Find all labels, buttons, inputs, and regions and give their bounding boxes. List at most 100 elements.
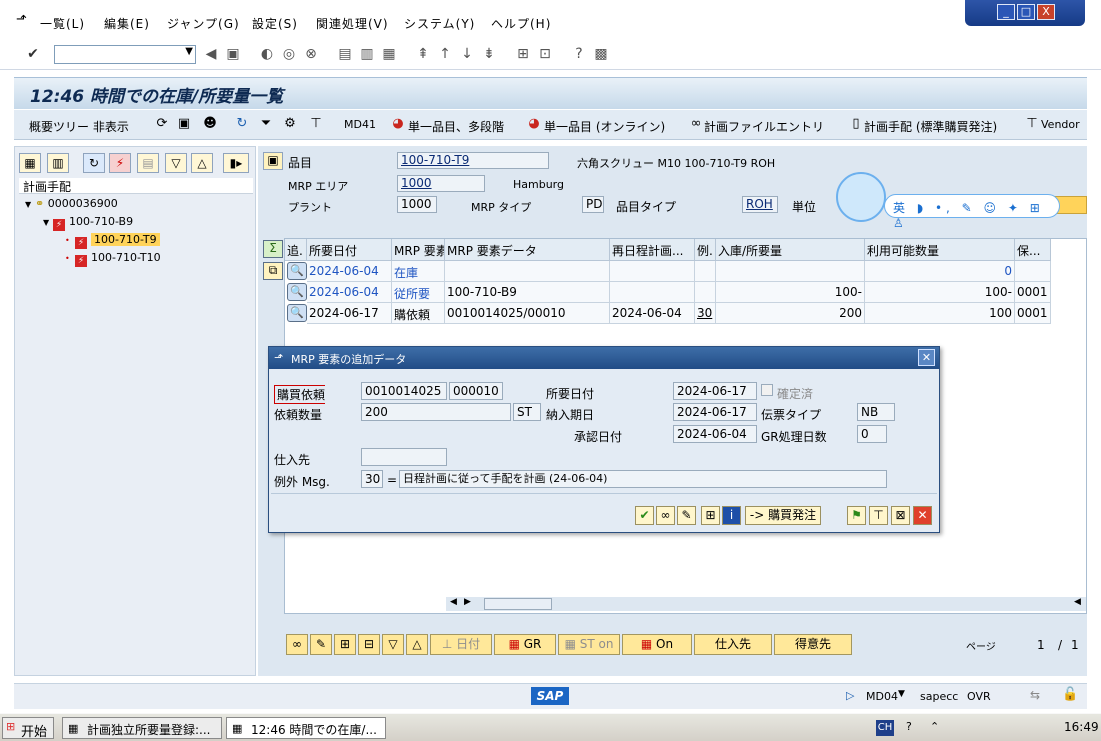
row-detail-icon[interactable]: 🔍 bbox=[287, 262, 307, 280]
delivery-date-field[interactable]: 2024-06-17 bbox=[673, 403, 757, 421]
refresh-icon[interactable]: ⟳ bbox=[154, 116, 170, 132]
exit-icon[interactable]: ◎ bbox=[280, 45, 298, 63]
shortcut-icon[interactable]: ⊡ bbox=[536, 45, 554, 63]
cancel-icon[interactable]: ⊗ bbox=[302, 45, 320, 63]
expand-triangle-icon[interactable]: ▼ bbox=[25, 200, 35, 209]
column-header[interactable]: 追. bbox=[285, 239, 307, 261]
tree-refresh-icon[interactable]: ↻ bbox=[83, 153, 105, 173]
tray-arrow-icon[interactable]: ⌃ bbox=[930, 720, 939, 733]
back-icon[interactable]: ◐ bbox=[258, 45, 276, 63]
confirm-button[interactable]: ✔ bbox=[635, 506, 654, 525]
gr-days-field[interactable]: 0 bbox=[857, 425, 887, 443]
exception-code-field[interactable]: 30 bbox=[361, 470, 383, 488]
vendor-button[interactable]: 仕入先 bbox=[694, 634, 772, 655]
next-page-icon[interactable]: ↓ bbox=[458, 45, 476, 63]
first-page-icon[interactable]: ⇞ bbox=[414, 45, 432, 63]
column-header[interactable]: 所要日付 bbox=[307, 239, 392, 261]
flag-button[interactable]: ⚑ bbox=[847, 506, 866, 525]
enter-icon[interactable]: ✔ bbox=[24, 45, 42, 63]
new-session-icon[interactable]: ⊞ bbox=[514, 45, 532, 63]
doc-type-field[interactable]: NB bbox=[857, 403, 895, 421]
cancel-button[interactable]: ✕ bbox=[913, 506, 932, 525]
column-header[interactable]: MRP 要素データ bbox=[445, 239, 610, 261]
menu-icon[interactable]: ⬏ bbox=[16, 12, 27, 27]
tree-node-component[interactable]: • ⚡ 100-710-T10 bbox=[65, 251, 161, 267]
gr-button[interactable]: ▦ GR bbox=[494, 634, 556, 655]
grid-layout-icon[interactable]: ⧉ bbox=[263, 262, 283, 280]
ime-toolbar[interactable]: 英 ◗ •, ✎ ☺ ✦ ⊞ ♙ bbox=[884, 194, 1060, 230]
row-detail-icon[interactable]: 🔍 bbox=[287, 283, 307, 301]
row-exception[interactable]: 30 bbox=[695, 303, 716, 324]
layout-icon[interactable]: ▩ bbox=[592, 45, 610, 63]
chevron-down-icon[interactable]: ▼ bbox=[185, 46, 193, 57]
material-type-field[interactable]: ROH bbox=[742, 196, 778, 213]
print-icon[interactable]: ▤ bbox=[336, 45, 354, 63]
tree-node-selected[interactable]: • ⚡ 100-710-T9 bbox=[65, 233, 160, 249]
qty-unit-field[interactable]: ST bbox=[513, 403, 541, 421]
customer-button[interactable]: 得意先 bbox=[774, 634, 852, 655]
edit-button[interactable]: ✎ bbox=[677, 506, 696, 525]
tool-button[interactable]: ⊤ bbox=[869, 506, 888, 525]
sort-button[interactable]: △ bbox=[406, 634, 428, 655]
row-detail-icon[interactable]: 🔍 bbox=[287, 304, 307, 322]
vendor-field[interactable] bbox=[361, 448, 447, 466]
on-button[interactable]: ▦ On bbox=[622, 634, 692, 655]
column-header[interactable]: 入庫/所要量 bbox=[716, 239, 865, 261]
tree-hierarchy-icon[interactable]: ▤ bbox=[137, 153, 159, 173]
vendor-button[interactable]: Vendor bbox=[1041, 118, 1080, 131]
save-icon[interactable]: ▣ bbox=[224, 45, 242, 63]
column-header[interactable]: 例. bbox=[695, 239, 716, 261]
menu-list[interactable]: 一覧(L) bbox=[40, 15, 85, 32]
expand-triangle-icon[interactable]: ▼ bbox=[43, 218, 53, 227]
taskbar-window-1[interactable]: 計画独立所要量登録:... bbox=[62, 717, 222, 739]
mrp-area-field[interactable]: 1000 bbox=[397, 175, 485, 192]
tree-collapse-icon[interactable]: △ bbox=[191, 153, 213, 173]
release-date-field[interactable]: 2024-06-04 bbox=[673, 425, 757, 443]
person-icon[interactable]: ☻ bbox=[202, 116, 218, 132]
menu-edit[interactable]: 編集(E) bbox=[104, 15, 150, 32]
convert-to-po-button[interactable]: -> 購買発注 bbox=[745, 506, 821, 525]
fixed-checkbox[interactable] bbox=[761, 384, 773, 396]
mrp-type-field[interactable]: PD bbox=[582, 196, 604, 213]
menu-system[interactable]: システム(Y) bbox=[404, 15, 475, 32]
scroll-right-icon[interactable]: ▶ bbox=[464, 597, 471, 607]
plant-field[interactable]: 1000 bbox=[397, 196, 437, 213]
find-next-icon[interactable]: ▦ bbox=[380, 45, 398, 63]
sync-icon[interactable]: ↻ bbox=[234, 116, 250, 132]
tree-exception-icon[interactable]: ⚡ bbox=[109, 153, 131, 173]
hierarchy-alt-button[interactable]: ⊟ bbox=[358, 634, 380, 655]
tree-node-assembly[interactable]: ▼ ⚡ 100-710-B9 bbox=[43, 215, 133, 231]
lock-icon[interactable]: 🔓 bbox=[1062, 687, 1078, 702]
column-header[interactable]: 保... bbox=[1015, 239, 1051, 261]
hierarchy-button[interactable]: ⊞ bbox=[334, 634, 356, 655]
md41-button[interactable]: MD41 bbox=[344, 118, 376, 131]
menu-goto[interactable]: ジャンプ(G) bbox=[167, 15, 240, 32]
req-date-field[interactable]: 2024-06-17 bbox=[673, 382, 757, 400]
menu-settings[interactable]: 設定(S) bbox=[252, 15, 298, 32]
single-item-multilevel-button[interactable]: 単一品目、多段階 bbox=[408, 118, 504, 135]
column-header[interactable]: 再日程計画... bbox=[610, 239, 695, 261]
restore-button[interactable]: □ bbox=[1017, 4, 1035, 20]
document-icon[interactable]: ▣ bbox=[176, 116, 192, 132]
hide-overview-tree-button[interactable]: 概要ツリー 非表示 bbox=[29, 118, 129, 135]
planned-order-button[interactable]: 計画手配 (標準購買発注) bbox=[864, 118, 997, 135]
tree-layout-icon[interactable]: ▦ bbox=[19, 153, 41, 173]
column-header[interactable]: MRP 要素 bbox=[392, 239, 445, 261]
hierarchy-button[interactable]: ⊞ bbox=[701, 506, 720, 525]
prev-page-icon[interactable]: ↑ bbox=[436, 45, 454, 63]
scroll-end-icon[interactable]: ◀ bbox=[1074, 597, 1081, 607]
tree-expand-icon[interactable]: ▽ bbox=[165, 153, 187, 173]
back-arrow-icon[interactable]: ◀ bbox=[202, 45, 220, 63]
taskbar-window-2[interactable]: 12:46 時間での在庫/... bbox=[226, 717, 386, 739]
info-button[interactable]: i bbox=[722, 506, 741, 525]
pr-item-field[interactable]: 000010 bbox=[449, 382, 503, 400]
chevron-down-icon[interactable]: ▼ bbox=[898, 689, 905, 699]
scroll-left-icon[interactable]: ◀ bbox=[450, 597, 457, 607]
menu-help[interactable]: ヘルプ(H) bbox=[491, 15, 551, 32]
column-header[interactable]: 利用可能数量 bbox=[865, 239, 1015, 261]
menu-environment[interactable]: 関連処理(V) bbox=[316, 15, 389, 32]
sum-icon[interactable]: Σ bbox=[263, 240, 283, 258]
find-icon[interactable]: ▥ bbox=[358, 45, 376, 63]
minimize-button[interactable]: _ bbox=[997, 4, 1015, 20]
exception-text-field[interactable]: 日程計画に従って手配を計画 (24-06-04) bbox=[399, 470, 887, 488]
